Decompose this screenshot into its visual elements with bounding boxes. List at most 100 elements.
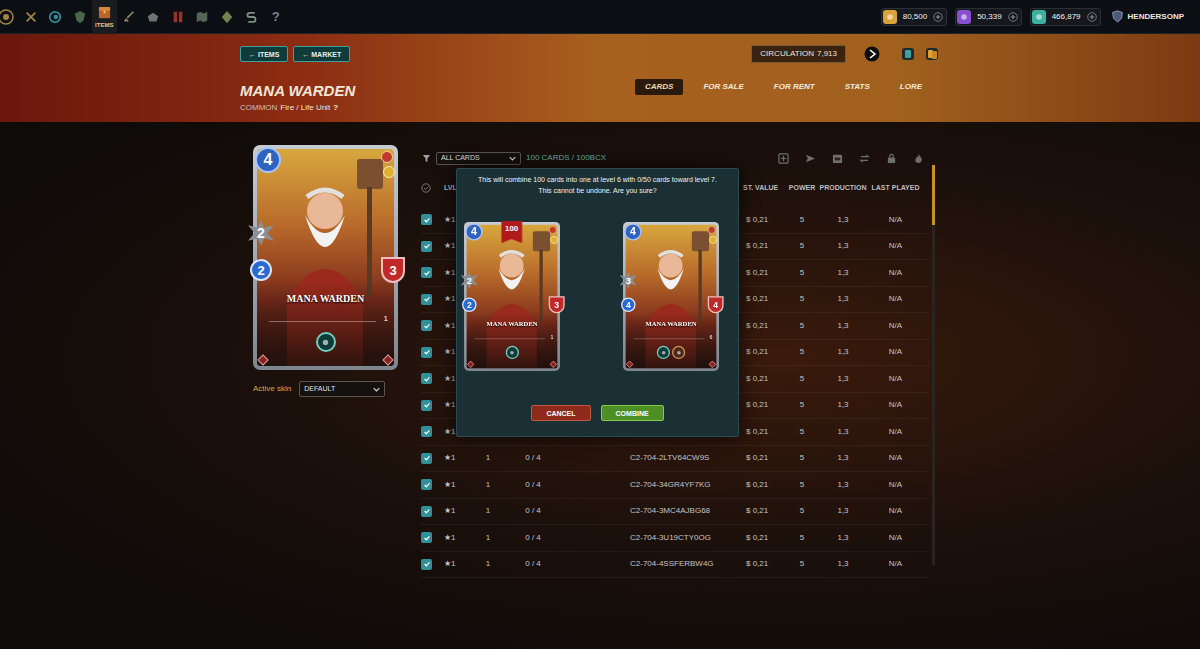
cell-production: 1,3 <box>818 452 868 464</box>
card-name: MANA WARDEN <box>623 319 719 329</box>
table-row[interactable]: ★110 / 4C2-704-2LTV64CW9S$ 0,2151,3N/A <box>421 446 930 473</box>
fire-icon <box>708 226 716 234</box>
cell-production: 1,3 <box>818 479 868 491</box>
scrollbar[interactable] <box>932 165 935 565</box>
cell-last-played: N/A <box>868 532 923 544</box>
table-row[interactable]: ★110 / 4C2-704-34GR4YF7KG$ 0,2151,3N/A <box>421 472 930 499</box>
row-checkbox[interactable] <box>421 400 432 411</box>
card[interactable]: 4223MANA WARDEN1 <box>253 145 398 370</box>
row-checkbox[interactable] <box>421 453 432 464</box>
back-button[interactable]: ← MARKET <box>293 46 350 62</box>
nav-item[interactable]: ITEMS <box>92 0 117 34</box>
back-button[interactable]: ← ITEMS <box>240 46 288 62</box>
cell-value: $ 0,21 <box>738 373 786 385</box>
help-mark[interactable]: ? <box>333 104 338 112</box>
nav-item[interactable] <box>43 0 68 34</box>
row-checkbox[interactable] <box>421 241 432 252</box>
cell-last-played: N/A <box>868 373 923 385</box>
filter-select[interactable]: ALL CARDS <box>436 152 521 165</box>
row-checkbox[interactable] <box>421 559 432 570</box>
combine-button[interactable]: COMBINE <box>601 405 664 421</box>
cell-last-played: N/A <box>868 399 923 411</box>
transfer-icon[interactable] <box>859 153 870 164</box>
nav-item[interactable] <box>239 0 264 34</box>
row-checkbox[interactable] <box>421 320 432 331</box>
rarity: COMMON <box>240 104 277 112</box>
tab[interactable]: FOR SALE <box>693 79 753 95</box>
table-row[interactable]: ★110 / 4C2-704-3MC4AJBG68$ 0,2151,3N/A <box>421 499 930 526</box>
send-icon[interactable] <box>805 153 816 164</box>
currencies: 80,50050,339466,879 <box>881 8 1101 26</box>
column-header[interactable]: ST. VALUE <box>738 183 786 194</box>
scrollbar-thumb[interactable] <box>932 165 935 225</box>
combine-icon[interactable] <box>778 153 789 164</box>
cell-last-played: N/A <box>868 320 923 332</box>
guild-icon <box>73 10 87 24</box>
tab[interactable]: FOR RENT <box>764 79 825 95</box>
cancel-button[interactable]: CANCEL <box>531 405 590 421</box>
row-checkbox[interactable] <box>421 426 432 437</box>
cell-value: $ 0,21 <box>738 293 786 305</box>
cell-value: $ 0,21 <box>738 320 786 332</box>
speed-stat: 2 <box>462 297 477 312</box>
column-header[interactable]: LAST PLAYED <box>868 183 923 194</box>
plus-icon[interactable] <box>1087 12 1097 22</box>
level-bar <box>475 339 546 340</box>
nav-item[interactable] <box>68 0 93 34</box>
row-checkbox[interactable] <box>421 506 432 517</box>
card[interactable]: 4223MANA WARDEN1100 <box>464 222 560 371</box>
row-checkbox[interactable] <box>421 373 432 384</box>
table-row[interactable]: ★110 / 4C2-704-3U19CTY0OG$ 0,2151,3N/A <box>421 525 930 552</box>
nav-item[interactable] <box>117 0 142 34</box>
column-header[interactable]: PRODUCTION <box>818 183 868 194</box>
row-checkbox[interactable] <box>421 214 432 225</box>
table-row[interactable]: ★110 / 4C2-704-4SSFERBW4G$ 0,2151,3N/A <box>421 552 930 579</box>
row-checkbox[interactable] <box>421 532 432 543</box>
card[interactable]: 4344MANA WARDEN6 <box>623 222 719 371</box>
card-frame <box>623 222 719 371</box>
cell-value: $ 0,21 <box>738 479 786 491</box>
lock-icon[interactable] <box>886 153 897 164</box>
circulation-value: 7,913 <box>817 48 837 60</box>
plus-icon[interactable] <box>1008 12 1018 22</box>
cell-lvl: 1 <box>473 452 503 464</box>
row-checkbox[interactable] <box>421 294 432 305</box>
cell-last-played: N/A <box>868 293 923 305</box>
nav-item[interactable] <box>215 0 240 34</box>
cell-last-played: N/A <box>868 452 923 464</box>
cell-last-played: N/A <box>868 267 923 279</box>
row-checkbox[interactable] <box>421 479 432 490</box>
column-header[interactable]: POWER <box>786 183 818 194</box>
plus-icon[interactable] <box>933 12 943 22</box>
nav-item[interactable] <box>0 0 19 34</box>
select-all-icon[interactable] <box>421 183 439 193</box>
cell-last-played: N/A <box>868 479 923 491</box>
nav-item[interactable] <box>190 0 215 34</box>
collection-icon[interactable] <box>924 46 940 62</box>
nav-item[interactable]: ? <box>264 0 289 34</box>
mana-cost: 4 <box>624 223 641 240</box>
card-subtitle: COMMON Fire / Life Unit ? <box>240 104 355 112</box>
row-checkbox[interactable] <box>421 267 432 278</box>
tab[interactable]: LORE <box>890 79 932 95</box>
burn-icon[interactable] <box>913 153 924 164</box>
row-checkbox[interactable] <box>421 347 432 358</box>
tab[interactable]: STATS <box>835 79 880 95</box>
filter-icon[interactable] <box>422 154 431 163</box>
nav-item[interactable] <box>19 0 44 34</box>
nav-item[interactable] <box>141 0 166 34</box>
tab[interactable]: CARDS <box>635 79 683 95</box>
logo-icon <box>0 9 14 25</box>
cell-power: 5 <box>786 293 818 305</box>
nav-item[interactable] <box>166 0 191 34</box>
magic-ability-icon <box>316 332 336 352</box>
card-level: 1 <box>550 335 553 340</box>
cell-last-played: N/A <box>868 426 923 438</box>
share-icon[interactable] <box>864 46 880 62</box>
cell-rank: ★1 <box>439 452 473 464</box>
cards-icon[interactable] <box>900 46 916 62</box>
skin-select[interactable]: DEFAULT <box>299 381 385 397</box>
market-icon[interactable] <box>832 153 843 164</box>
card-preview: 4223MANA WARDEN1100 <box>464 222 560 372</box>
user[interactable]: HENDERSONP <box>1111 10 1184 23</box>
